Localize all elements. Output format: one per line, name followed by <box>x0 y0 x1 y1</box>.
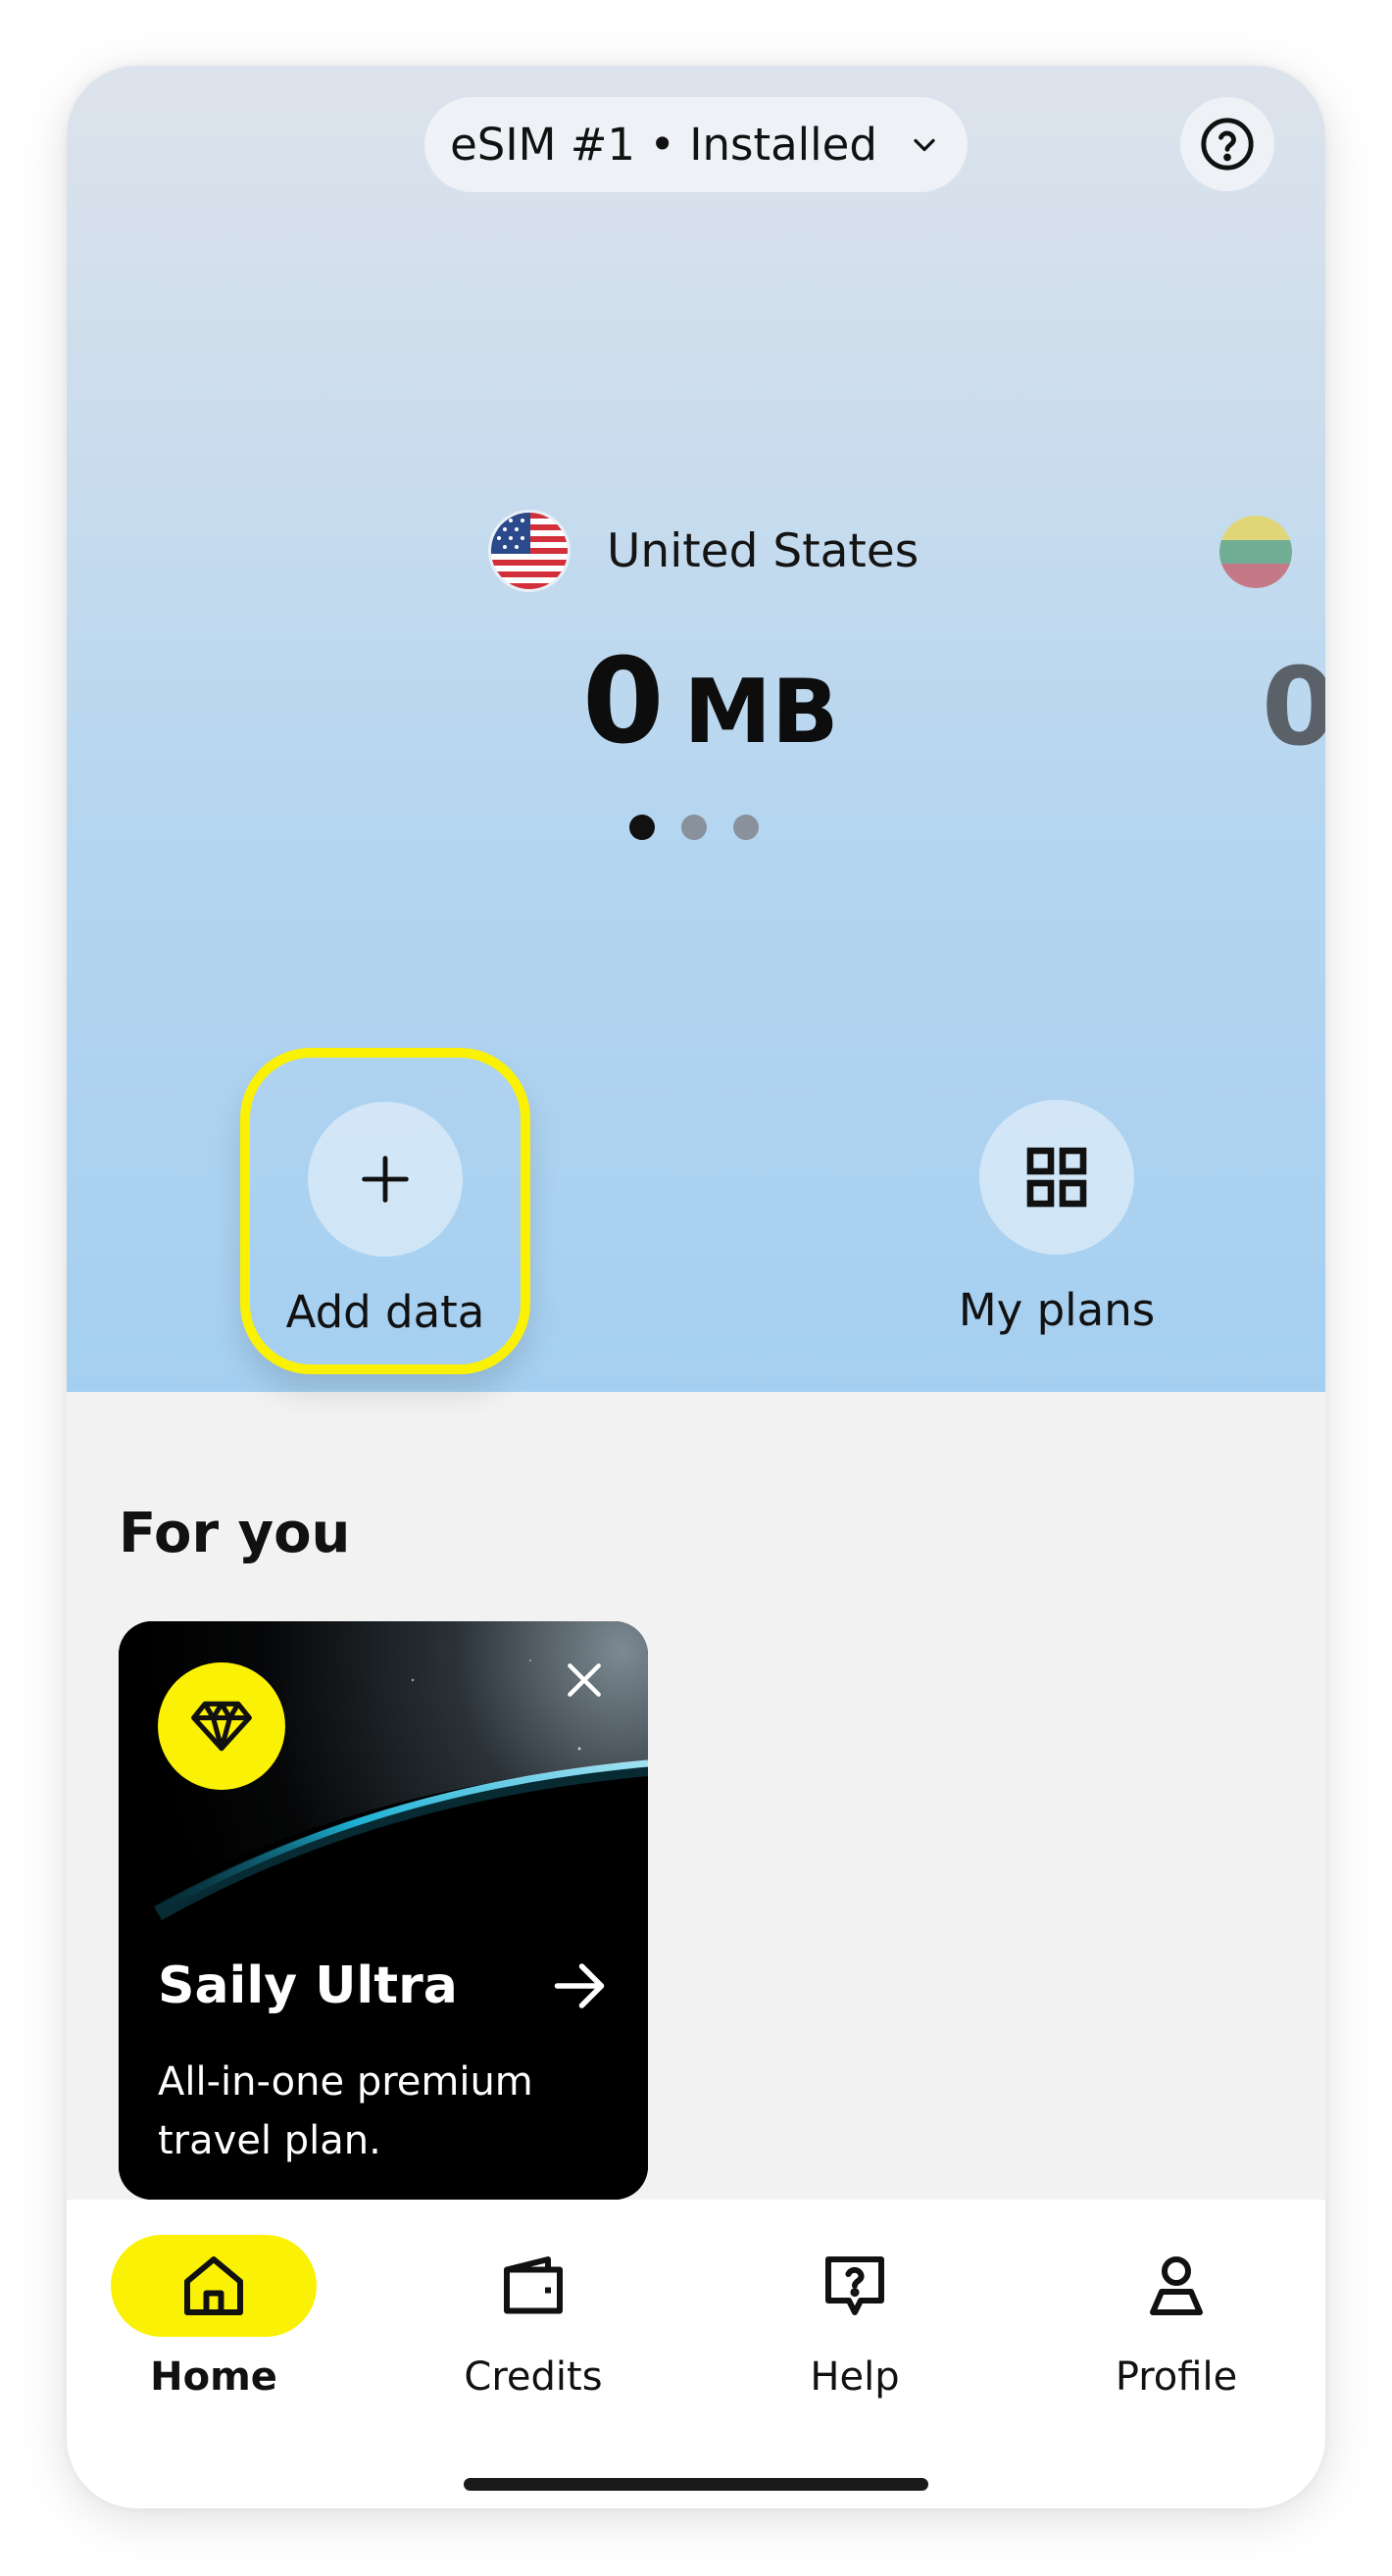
premium-badge <box>158 1662 285 1790</box>
data-amount-value: 0 <box>582 634 665 770</box>
nav-credits[interactable]: Credits <box>406 2235 661 2400</box>
question-circle-icon <box>1201 118 1254 171</box>
add-data-label: Add data <box>285 1286 485 1338</box>
dismiss-card-button[interactable] <box>560 1656 609 1705</box>
pager-dot-2[interactable] <box>681 815 707 840</box>
my-plans-circle <box>979 1100 1134 1255</box>
nav-credits-pill <box>430 2235 636 2337</box>
esim-selector-label: eSIM #1 • Installed <box>450 119 877 171</box>
promo-description: All-in-one premium travel plan. <box>158 2059 533 2163</box>
phone-screen: eSIM #1 • Installed United States 0 MB 0… <box>67 66 1325 2508</box>
nav-help[interactable]: Help <box>727 2235 982 2400</box>
data-overview-panel: eSIM #1 • Installed United States 0 MB 0… <box>67 66 1325 1392</box>
my-plans-button[interactable]: My plans <box>905 1100 1209 1336</box>
promo-title: Saily Ultra <box>158 1957 458 2015</box>
for-you-heading: For you <box>119 1502 351 1565</box>
profile-icon <box>1150 2256 1203 2315</box>
flag-lt-icon[interactable] <box>1219 516 1292 588</box>
country-name: United States <box>607 523 920 578</box>
help-button[interactable] <box>1180 97 1274 191</box>
home-indicator[interactable] <box>464 2478 928 2491</box>
nav-home-pill <box>111 2235 317 2337</box>
pager-dot-3[interactable] <box>733 815 759 840</box>
add-data-circle <box>308 1102 463 1257</box>
nav-home-label: Home <box>150 2354 277 2400</box>
nav-help-label: Help <box>810 2354 900 2400</box>
country-row: United States <box>491 512 919 590</box>
nav-help-pill <box>752 2235 958 2337</box>
nav-profile-pill <box>1073 2235 1279 2337</box>
my-plans-label: My plans <box>958 1284 1156 1336</box>
bottom-navigation: Home Credits Help Profile <box>67 2200 1325 2508</box>
chevron-down-icon <box>914 138 935 151</box>
saily-ultra-card[interactable]: Saily Ultra All-in-one premium travel pl… <box>119 1621 648 2200</box>
nav-profile[interactable]: Profile <box>1049 2235 1304 2400</box>
grid-icon <box>1026 1147 1087 1208</box>
nav-home[interactable]: Home <box>86 2235 341 2400</box>
carousel-pager <box>629 815 759 840</box>
data-amount-unit: MB <box>683 661 839 764</box>
wallet-icon <box>504 2256 563 2314</box>
pager-dot-1[interactable] <box>629 815 655 840</box>
close-icon <box>568 1663 601 1697</box>
plus-icon <box>362 1156 409 1203</box>
add-data-button[interactable]: Add data <box>240 1048 530 1374</box>
next-plan-amount: 0 <box>1262 644 1325 769</box>
diamond-icon <box>191 1701 252 1752</box>
data-remaining: 0 MB <box>582 634 839 770</box>
nav-credits-label: Credits <box>464 2354 603 2400</box>
nav-profile-label: Profile <box>1115 2354 1238 2400</box>
home-icon <box>184 2256 243 2315</box>
arrow-right-icon[interactable] <box>550 1957 609 2015</box>
flag-us-icon <box>491 513 568 589</box>
help-chat-icon <box>825 2256 884 2315</box>
esim-selector[interactable]: eSIM #1 • Installed <box>424 97 968 192</box>
